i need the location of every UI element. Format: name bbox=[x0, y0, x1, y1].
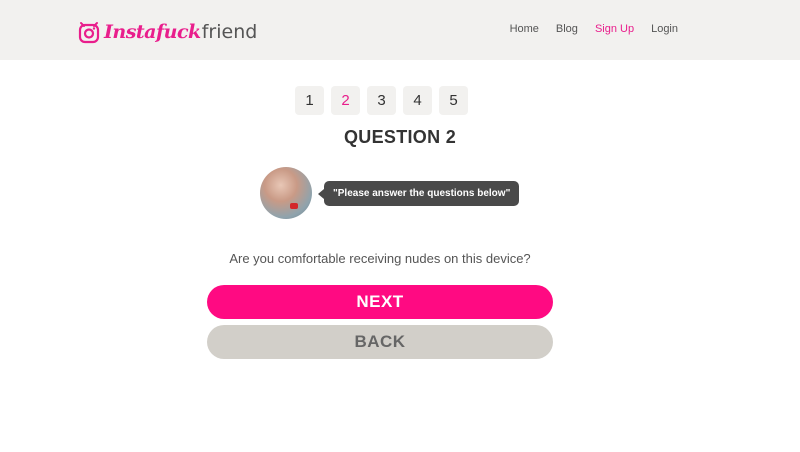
nav-blog[interactable]: Blog bbox=[556, 23, 578, 35]
step-1[interactable]: 1 bbox=[295, 86, 324, 115]
nav-home[interactable]: Home bbox=[510, 23, 539, 35]
nav-login[interactable]: Login bbox=[651, 23, 678, 35]
next-button[interactable]: NEXT bbox=[207, 285, 553, 319]
step-2[interactable]: 2 bbox=[331, 86, 360, 115]
step-4[interactable]: 4 bbox=[403, 86, 432, 115]
logo-suffix-text: friend bbox=[201, 21, 258, 43]
speech-bubble: "Please answer the questions below" bbox=[317, 181, 520, 206]
instagram-logo-icon bbox=[78, 22, 100, 44]
site-header: Instafuck friend Home Blog Sign Up Login bbox=[0, 0, 800, 60]
nav-sign-up[interactable]: Sign Up bbox=[595, 23, 634, 35]
site-logo[interactable]: Instafuck friend bbox=[78, 18, 257, 46]
question-text: Are you comfortable receiving nudes on t… bbox=[229, 251, 531, 266]
step-3[interactable]: 3 bbox=[367, 86, 396, 115]
question-title: QUESTION 2 bbox=[343, 127, 457, 147]
main-nav: Home Blog Sign Up Login bbox=[510, 23, 678, 35]
logo-brand-text: Instafuck bbox=[104, 21, 201, 43]
back-button[interactable]: BACK bbox=[207, 325, 553, 359]
question-stepper: 1 2 3 4 5 bbox=[295, 86, 468, 115]
avatar bbox=[260, 167, 312, 219]
step-5[interactable]: 5 bbox=[439, 86, 468, 115]
